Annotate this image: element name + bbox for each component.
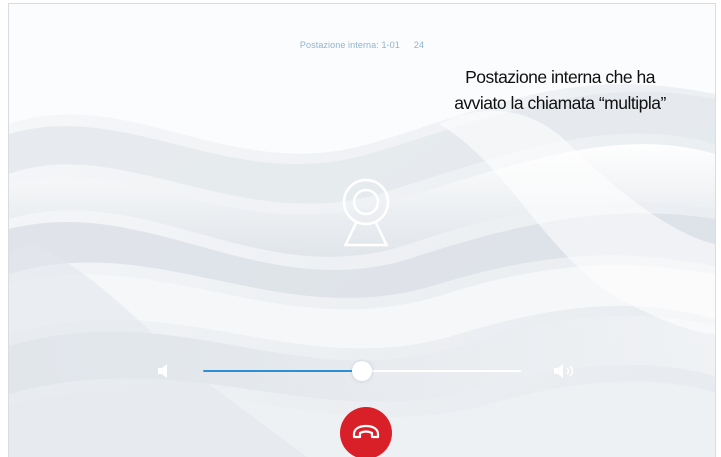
volume-slider-thumb[interactable] <box>352 361 372 381</box>
volume-slider-fill <box>203 370 362 372</box>
station-label: Postazione interna: 1-01 <box>299 40 400 50</box>
phone-hangup-icon <box>352 424 380 439</box>
speaker-high-icon[interactable] <box>552 363 578 379</box>
volume-slider[interactable] <box>203 361 521 381</box>
callout-line-2: avviato la chiamata “multipla” <box>454 93 666 113</box>
call-panel: Postazione interna: 1-01 24 Postazione in… <box>8 3 716 457</box>
call-screen: Postazione interna: 1-01 24 Postazione in… <box>0 0 721 457</box>
callout-line-1: Postazione interna che ha <box>465 67 655 87</box>
webcam-icon <box>342 178 390 247</box>
hangup-button[interactable] <box>340 407 392 457</box>
volume-control <box>9 359 715 383</box>
station-info: Postazione interna: 1-01 24 <box>9 40 715 50</box>
station-number: 24 <box>413 40 425 50</box>
annotation-callout: Postazione interna che ha avviato la chi… <box>405 64 715 116</box>
speaker-low-icon[interactable] <box>156 363 170 379</box>
